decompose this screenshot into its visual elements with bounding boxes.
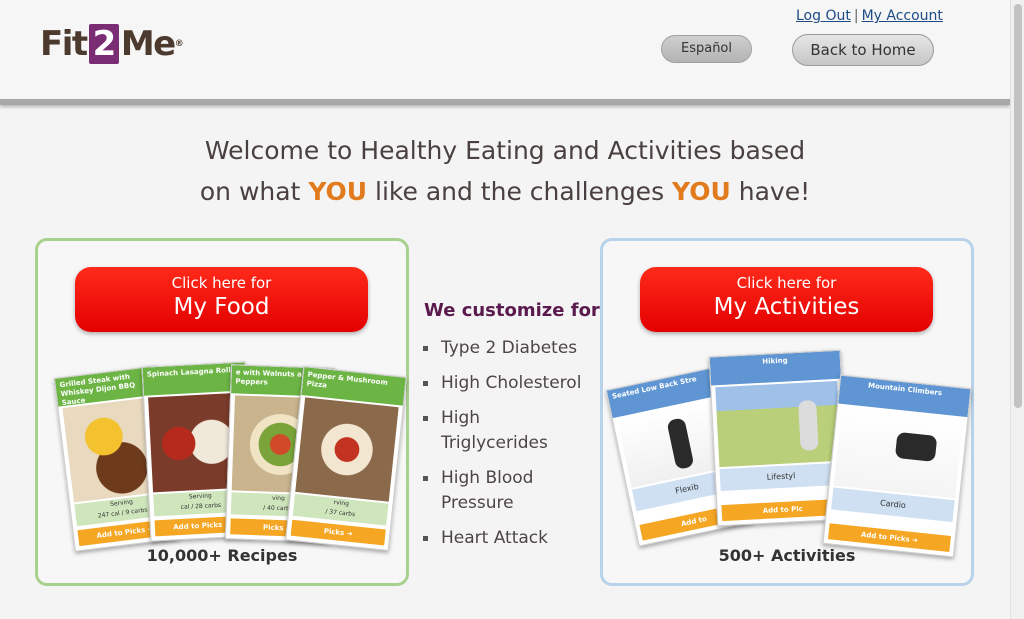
condition-item: Heart Attack [422,526,592,551]
my-food-button-small-label: Click here for [171,274,272,292]
link-separator: | [853,8,859,24]
activity-photo [715,380,842,468]
espanol-button[interactable]: Español [661,35,752,63]
condition-item: High Blood Pressure [422,466,592,516]
person-figure [894,431,938,462]
condition-item: Type 2 Diabetes [422,336,592,361]
recipe-card: Pepper & Mushroom Pizza rving/ 37 carbs … [285,366,407,551]
log-out-link[interactable]: Log Out [796,8,851,24]
my-food-button[interactable]: Click here for My Food [75,267,368,332]
you-emphasis: YOU [672,177,731,206]
welcome-text: on what [199,177,309,206]
activity-photo [833,405,964,499]
vertical-scrollbar[interactable] [1010,0,1024,619]
my-activities-button-label: My Activities [713,294,860,320]
back-to-home-button[interactable]: Back to Home [792,34,934,66]
condition-item: High Triglycerides [422,406,592,456]
my-activities-button-small-label: Click here for [736,274,837,292]
welcome-line-1: Welcome to Healthy Eating and Activities… [204,136,806,165]
logo-registered-mark: ® [174,39,184,49]
my-food-panel[interactable]: Click here for My Food Grilled Steak wit… [35,238,409,586]
my-food-button-label: My Food [173,294,270,320]
recipes-count: 10,000+ Recipes [146,546,298,565]
customize-heading: We customize for: [424,300,608,321]
my-activities-button[interactable]: Click here for My Activities [640,267,933,332]
header-divider [0,99,1010,105]
you-emphasis: YOU [308,177,368,206]
activities-count: 500+ Activities [718,546,856,565]
welcome-heading: Welcome to Healthy Eating and Activities… [150,130,860,212]
person-figure [666,417,695,470]
welcome-line-2: on what YOU like and the challenges YOU … [150,171,860,212]
activity-card-title: Hiking [709,350,841,386]
activity-card: Mountain Climbers Cardio Add to Picks ➜ [822,374,972,558]
fit2me-logo[interactable]: Fit 2 Me® [40,24,184,64]
logo-text-fit: Fit [40,24,88,64]
logo-text-me: Me [120,24,176,64]
recipe-photo [295,397,399,502]
activity-tag: Lifestyl [719,462,843,492]
condition-item: High Cholesterol [422,371,592,396]
welcome-text: like and the challenges [367,177,673,206]
logo-text-two: 2 [88,24,119,64]
person-figure [798,400,819,451]
scrollbar-thumb[interactable] [1014,4,1022,408]
my-activities-panel[interactable]: Click here for My Activities Seated Low … [600,238,974,586]
site-header: Fit 2 Me® Log Out | My Account Español Back … [0,0,1010,100]
account-links: Log Out | My Account [796,8,943,24]
conditions-list: Type 2 Diabetes High Cholesterol High Tr… [422,336,592,561]
my-account-link[interactable]: My Account [862,8,943,24]
welcome-text: have! [730,177,811,206]
